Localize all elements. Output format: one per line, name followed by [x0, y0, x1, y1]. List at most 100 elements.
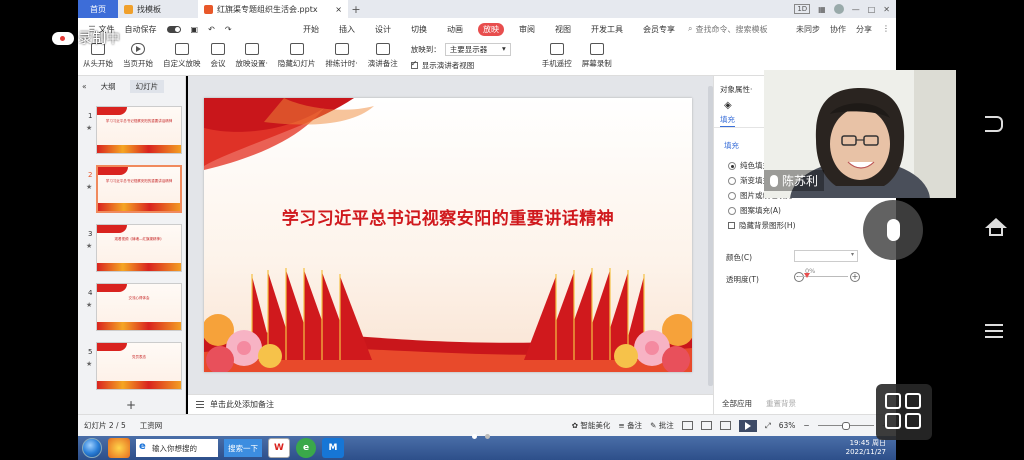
menu-tab-slideshow[interactable]: 放映: [478, 22, 504, 36]
slide-thumbnail-row[interactable]: 2 ★ 学习习近平总书记视察安阳的重要讲话精神: [78, 165, 186, 217]
autosave-toggle[interactable]: [166, 25, 181, 33]
hide-background-graphics[interactable]: 隐藏背景图形(H): [728, 220, 796, 231]
save-icon[interactable]: ▣: [191, 25, 199, 34]
show-settings-button[interactable]: 放映设置·: [231, 43, 273, 69]
slide-thumbnail[interactable]: 交流心得体会: [96, 283, 182, 331]
tab-outline[interactable]: 大纲: [101, 81, 116, 92]
slide-thumbnail-selected[interactable]: 学习习近平总书记视察安阳的重要讲话精神: [96, 165, 182, 213]
menu-tab-review[interactable]: 审阅: [514, 23, 540, 36]
phone-remote-button[interactable]: 手机遥控: [537, 43, 577, 69]
slide-thumbnail-row[interactable]: 1 ★ 学习习近平总书记视察安阳的重要讲话精神: [78, 106, 186, 158]
slide-thumbnail[interactable]: 学习习近平总书记视察安阳的重要讲话精神: [96, 106, 182, 154]
avatar[interactable]: [833, 4, 844, 14]
media-app-icon[interactable]: [108, 438, 130, 458]
tab-slides[interactable]: 幻灯片: [129, 79, 165, 93]
apply-all-button[interactable]: 全部应用: [722, 398, 752, 409]
fill-option-pattern[interactable]: 图案填充(A): [728, 205, 781, 216]
current-slide[interactable]: 学习习近平总书记视察安阳的重要讲话精神: [204, 98, 692, 372]
tab-document[interactable]: 红旗渠专题组织生活会.pptx ×: [198, 0, 348, 18]
menu-tab-design[interactable]: 设计: [370, 23, 396, 36]
meeting-app-icon[interactable]: M: [322, 438, 344, 458]
radio[interactable]: [728, 176, 736, 185]
fill-section-header[interactable]: 填充: [724, 140, 739, 151]
color-picker[interactable]: ▾: [794, 250, 858, 262]
mute-microphone-button[interactable]: [863, 200, 923, 260]
sorter-view-button[interactable]: [700, 421, 712, 430]
slide-thumbnail[interactable]: 党员表态: [96, 342, 182, 390]
menu-tab-animation[interactable]: 动画: [442, 23, 468, 36]
zoom-level[interactable]: 63%: [779, 421, 796, 430]
browser-search-button[interactable]: 搜索一下: [224, 439, 262, 457]
redo-icon[interactable]: ↷: [225, 25, 232, 34]
sync-status[interactable]: 未同步: [796, 24, 820, 35]
panel-title[interactable]: 对象属性·: [720, 84, 752, 95]
grid-icon[interactable]: ▦: [818, 5, 826, 14]
notes-toggle-button[interactable]: ≡ 备注: [618, 420, 642, 431]
home-nav-icon-base: [989, 228, 1003, 236]
menu-tab-developer[interactable]: 开发工具: [586, 23, 628, 36]
show-to-select[interactable]: 主要显示器 ▾: [444, 43, 511, 56]
start-button[interactable]: [82, 438, 102, 458]
transparency-decrease-button[interactable]: −: [794, 272, 804, 282]
tab-home[interactable]: 首页: [78, 0, 118, 18]
reading-view-button[interactable]: [719, 421, 731, 430]
new-tab-button[interactable]: +: [348, 3, 364, 16]
play-current-button[interactable]: 当页开始: [118, 43, 158, 69]
more-icon[interactable]: ⋮: [882, 24, 890, 35]
speaker-notes-button[interactable]: 演讲备注: [363, 43, 403, 69]
rehearse-timing-button[interactable]: 排练计时·: [320, 43, 362, 69]
screen-record-button[interactable]: 屏幕录制: [577, 43, 617, 69]
add-slide-button[interactable]: +: [126, 398, 136, 412]
presenter-view-checkbox[interactable]: [410, 59, 418, 69]
maximize-icon[interactable]: □: [868, 5, 876, 14]
slide-thumbnail-row[interactable]: 3 ★ 观看视频《铸魂—红旗渠精神》: [78, 224, 186, 276]
back-nav-icon[interactable]: [985, 116, 1003, 132]
share-button[interactable]: 分享: [856, 24, 872, 35]
browser-icon[interactable]: e: [296, 438, 316, 458]
menu-tab-view[interactable]: 视图: [550, 23, 576, 36]
comments-toggle-button[interactable]: ✎ 批注: [650, 420, 674, 431]
tab-fill[interactable]: 填充: [720, 114, 735, 127]
home-nav-icon[interactable]: [985, 218, 1007, 228]
slide-title[interactable]: 学习习近平总书记视察安阳的重要讲话精神: [204, 204, 692, 229]
system-clock[interactable]: 19:45 周日 2022/11/27: [846, 439, 896, 457]
menu-nav-icon[interactable]: [985, 324, 1003, 338]
tab-close-icon[interactable]: ×: [335, 5, 342, 14]
undo-icon[interactable]: ↶: [208, 25, 215, 34]
menu-tab-insert[interactable]: 插入: [334, 23, 360, 36]
checkbox[interactable]: [728, 222, 735, 229]
wps-icon[interactable]: W: [268, 438, 290, 458]
browser-search-input[interactable]: 输入你想搜的: [136, 439, 218, 457]
hide-slide-button[interactable]: 隐藏幻灯片: [273, 43, 321, 69]
collapse-panel-icon[interactable]: «: [82, 82, 87, 91]
menu-tab-member[interactable]: 会员专享: [638, 23, 680, 36]
radio[interactable]: [728, 206, 736, 215]
radio[interactable]: [728, 161, 736, 170]
fill-bucket-icon[interactable]: ◈: [724, 100, 732, 111]
minimize-icon[interactable]: —: [852, 5, 860, 14]
zoom-out-icon[interactable]: −: [803, 421, 809, 430]
theme-name[interactable]: 工资网: [140, 420, 163, 431]
play-slideshow-button[interactable]: [738, 419, 757, 432]
meeting-button[interactable]: 会议: [206, 43, 231, 69]
menu-tab-start[interactable]: 开始: [298, 23, 324, 36]
fit-icon[interactable]: ⤢: [765, 421, 771, 431]
slide-thumbnail-row[interactable]: 5 ★ 党员表态: [78, 342, 186, 394]
menu-tab-transition[interactable]: 切换: [406, 23, 432, 36]
notes-bar[interactable]: 单击此处添加备注: [188, 394, 713, 414]
zoom-slider[interactable]: [817, 422, 874, 430]
collab-button[interactable]: 协作: [830, 24, 846, 35]
radio[interactable]: [728, 191, 736, 200]
close-window-icon[interactable]: ✕: [883, 5, 890, 14]
slide-thumbnail[interactable]: 观看视频《铸魂—红旗渠精神》: [96, 224, 182, 272]
app-grid-button[interactable]: [876, 384, 932, 440]
command-search[interactable]: ⌕ 查找命令、搜索模板: [688, 24, 767, 35]
transparency-increase-button[interactable]: +: [850, 272, 860, 282]
tab-template[interactable]: 找模板: [118, 0, 198, 18]
window-count-badge[interactable]: 1D: [794, 4, 811, 14]
slide-thumbnail-row[interactable]: 4 ★ 交流心得体会: [78, 283, 186, 335]
reset-background-button[interactable]: 重置背景: [766, 398, 796, 409]
normal-view-button[interactable]: [681, 421, 693, 430]
smart-beautify-button[interactable]: ✿ 智能美化: [572, 420, 611, 431]
custom-show-button[interactable]: 自定义放映: [158, 43, 206, 69]
